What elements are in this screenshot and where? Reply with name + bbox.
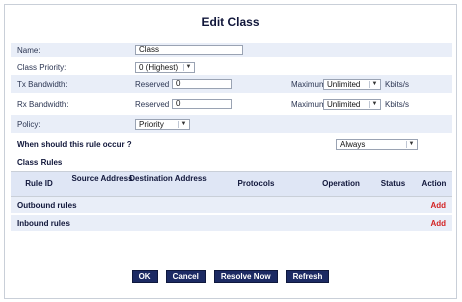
rx-maximum-label: Maximum [291, 100, 326, 109]
resolve-now-button[interactable]: Resolve Now [213, 270, 278, 283]
class-priority-value: 0 (Highest) [139, 63, 179, 72]
col-protocols: Protocols [237, 179, 275, 188]
chevron-down-icon: ▼ [369, 81, 379, 88]
col-rule-id: Rule ID [25, 179, 53, 188]
dialog-title: Edit Class [201, 15, 260, 29]
chevron-down-icon: ▼ [183, 64, 193, 71]
occur-row: When should this rule occur ? Always ▼ [11, 135, 452, 153]
class-rules-title: Class Rules [17, 158, 63, 167]
col-action: Action [421, 179, 447, 188]
tx-unit: Kbits/s [385, 80, 410, 89]
rx-maximum-select[interactable]: Unlimited ▼ [323, 99, 381, 110]
policy-row: Policy: Priority ▼ [11, 115, 452, 133]
rx-reserved-label: Reserved [135, 100, 170, 109]
rx-bandwidth-label: Rx Bandwidth: [17, 100, 69, 109]
chevron-down-icon: ▼ [369, 101, 379, 108]
tx-maximum-value: Unlimited [327, 80, 361, 89]
occur-label: When should this rule occur ? [17, 140, 132, 149]
class-rules-table-header: Rule ID Source Address Destination Addre… [11, 171, 452, 197]
col-status: Status [380, 179, 406, 188]
name-input[interactable]: Class [135, 45, 243, 55]
chevron-down-icon: ▼ [178, 121, 188, 128]
name-label: Name: [17, 46, 41, 55]
tx-reserved-input[interactable]: 0 [172, 79, 232, 89]
button-bar: OK Cancel Resolve Now Refresh [5, 270, 456, 283]
tx-bandwidth-label: Tx Bandwidth: [17, 80, 68, 89]
tx-bandwidth-row: Tx Bandwidth: Reserved 0 Maximum Unlimit… [11, 75, 452, 93]
rx-maximum-value: Unlimited [327, 100, 361, 109]
tx-maximum-label: Maximum [291, 80, 326, 89]
col-operation: Operation [322, 179, 360, 188]
name-row: Name: Class [11, 43, 452, 57]
occur-select[interactable]: Always ▼ [336, 139, 418, 150]
outbound-rules-label: Outbound rules [17, 201, 77, 210]
ok-button[interactable]: OK [131, 270, 158, 283]
policy-select[interactable]: Priority ▼ [135, 119, 190, 130]
refresh-button[interactable]: Refresh [285, 270, 330, 283]
rx-reserved-value: 0 [176, 99, 181, 108]
inbound-add-link[interactable]: Add [430, 219, 446, 228]
rx-unit: Kbits/s [385, 100, 410, 109]
class-rules-title-row: Class Rules [11, 155, 452, 169]
outbound-rules-row: Outbound rules Add [11, 197, 452, 213]
policy-label: Policy: [17, 120, 41, 129]
inbound-rules-row: Inbound rules Add [11, 215, 452, 231]
chevron-down-icon: ▼ [406, 141, 416, 148]
policy-value: Priority [139, 120, 164, 129]
tx-maximum-select[interactable]: Unlimited ▼ [323, 79, 381, 90]
name-input-value: Class [139, 45, 160, 54]
cancel-button[interactable]: Cancel [165, 270, 206, 283]
col-destination-address: Destination Address [129, 174, 207, 183]
edit-class-dialog: Edit Class Name: Class Class Priority: 0… [4, 4, 457, 299]
rx-bandwidth-row: Rx Bandwidth: Reserved 0 Maximum Unlimit… [11, 95, 452, 113]
tx-reserved-label: Reserved [135, 80, 170, 89]
outbound-add-link[interactable]: Add [430, 201, 446, 210]
class-priority-row: Class Priority: 0 (Highest) ▼ [11, 59, 452, 73]
class-priority-select[interactable]: 0 (Highest) ▼ [135, 62, 195, 73]
class-priority-label: Class Priority: [17, 63, 67, 72]
rx-reserved-input[interactable]: 0 [172, 99, 232, 109]
occur-value: Always [340, 140, 366, 149]
inbound-rules-label: Inbound rules [17, 219, 70, 228]
tx-reserved-value: 0 [176, 79, 181, 88]
